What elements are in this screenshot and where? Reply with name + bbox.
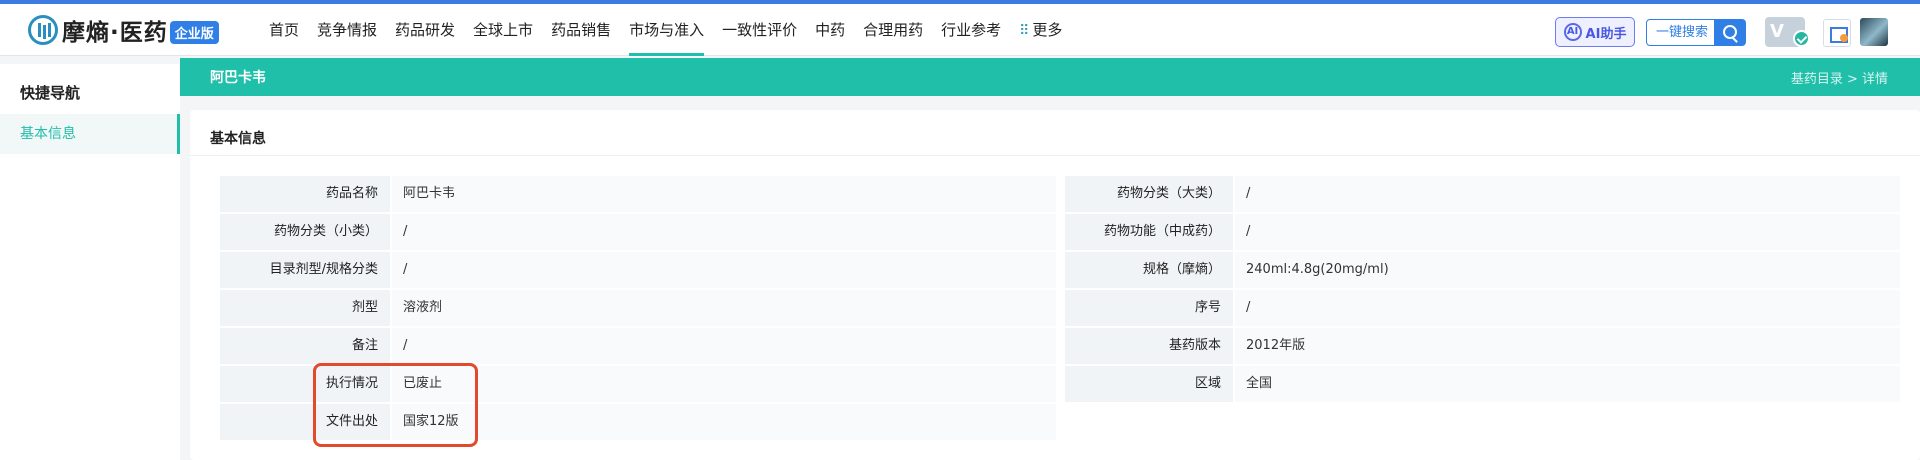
nav-item-industry[interactable]: 行业参考 — [932, 4, 1010, 56]
field-value: 国家12版 — [392, 404, 1056, 440]
nav-item-home[interactable]: 首页 — [260, 4, 308, 56]
field-row: 药物功能（中成药） / — [1065, 214, 1900, 250]
field-row: 备注 / — [220, 328, 1056, 364]
notification-dot — [1840, 34, 1848, 42]
field-row: 序号 / — [1065, 290, 1900, 326]
field-label: 规格（摩熵） — [1065, 252, 1233, 288]
sidebar-item-basic-info[interactable]: 基本信息 — [0, 114, 180, 154]
logo[interactable]: 摩熵·医药 企业版 — [28, 12, 219, 48]
nav-item-competition[interactable]: 竞争情报 — [308, 4, 386, 56]
nav-item-tcm[interactable]: 中药 — [806, 4, 854, 56]
nav-item-more[interactable]: ⠿ 更多 — [1010, 4, 1071, 56]
ai-assistant-label: AI助手 — [1585, 26, 1627, 42]
divider — [190, 155, 1920, 156]
field-label: 区域 — [1065, 366, 1233, 402]
field-label: 药物功能（中成药） — [1065, 214, 1233, 250]
section-title: 基本信息 — [210, 131, 266, 147]
field-value: 240ml:4.8g(20mg/ml) — [1235, 252, 1900, 288]
field-label: 目录剂型/规格分类 — [220, 252, 390, 288]
nav-item-rational-use[interactable]: 合理用药 — [854, 4, 932, 56]
field-label: 剂型 — [220, 290, 390, 326]
nav-item-rd[interactable]: 药品研发 — [386, 4, 464, 56]
detail-banner: 阿巴卡韦 基药目录 > 详情 — [180, 58, 1920, 96]
field-value: 阿巴卡韦 — [392, 176, 1056, 212]
field-label: 序号 — [1065, 290, 1233, 326]
field-row: 药物分类（小类） / — [220, 214, 1056, 250]
field-value: 溶液剂 — [392, 290, 1056, 326]
field-label: 药物分类（小类） — [220, 214, 390, 250]
field-value: / — [1235, 176, 1900, 212]
field-label: 药品名称 — [220, 176, 390, 212]
quick-nav-sidebar: 快捷导航 基本信息 — [0, 64, 180, 460]
field-row: 基药版本 2012年版 — [1065, 328, 1900, 364]
top-bar: 摩熵·医药 企业版 首页 竞争情报 药品研发 全球上市 药品销售 市场与准入 一… — [0, 0, 1920, 56]
field-row: 区域 全国 — [1065, 366, 1900, 402]
field-row: 目录剂型/规格分类 / — [220, 252, 1056, 288]
nav-item-market-access[interactable]: 市场与准入 — [620, 4, 713, 56]
field-value: 2012年版 — [1235, 328, 1900, 364]
nav-item-global-launch[interactable]: 全球上市 — [464, 4, 542, 56]
field-value: / — [1235, 214, 1900, 250]
verified-check-icon — [1793, 30, 1810, 47]
field-value: 全国 — [1235, 366, 1900, 402]
logo-icon — [28, 15, 58, 45]
sidebar-title: 快捷导航 — [20, 84, 81, 102]
field-value: / — [1235, 290, 1900, 326]
ai-icon: AI — [1563, 23, 1582, 41]
nav-item-sales[interactable]: 药品销售 — [542, 4, 620, 56]
field-value: / — [392, 328, 1056, 364]
one-click-search-button[interactable]: 一键搜索 — [1646, 19, 1719, 46]
edition-badge: 企业版 — [169, 20, 219, 44]
field-row: 规格（摩熵） 240ml:4.8g(20mg/ml) — [1065, 252, 1900, 288]
field-value: / — [392, 214, 1056, 250]
search-icon[interactable] — [1714, 19, 1746, 46]
highlight-annotation-box — [313, 363, 478, 447]
breadcrumb[interactable]: 基药目录 > 详情 — [1791, 68, 1888, 87]
main-nav: 首页 竞争情报 药品研发 全球上市 药品销售 市场与准入 一致性评价 中药 合理… — [260, 4, 1071, 56]
ai-assistant-button[interactable]: AI AI助手 — [1555, 17, 1635, 47]
nav-more-label: 更多 — [1032, 21, 1063, 39]
avatar[interactable] — [1860, 18, 1888, 46]
manual-book-icon[interactable] — [1823, 19, 1851, 47]
field-value: / — [392, 252, 1056, 288]
nav-item-consistency[interactable]: 一致性评价 — [713, 4, 806, 56]
logo-text: 摩熵·医药 — [62, 20, 168, 46]
grid-dots-icon: ⠿ — [1019, 23, 1030, 39]
page-title: 阿巴卡韦 — [210, 70, 266, 86]
field-label: 药物分类（大类） — [1065, 176, 1233, 212]
field-row: 剂型 溶液剂 — [220, 290, 1056, 326]
field-label: 备注 — [220, 328, 390, 364]
field-row: 药品名称 阿巴卡韦 — [220, 176, 1056, 212]
field-label: 基药版本 — [1065, 328, 1233, 364]
field-row: 药物分类（大类） / — [1065, 176, 1900, 212]
field-value: 已废止 — [392, 366, 1056, 402]
